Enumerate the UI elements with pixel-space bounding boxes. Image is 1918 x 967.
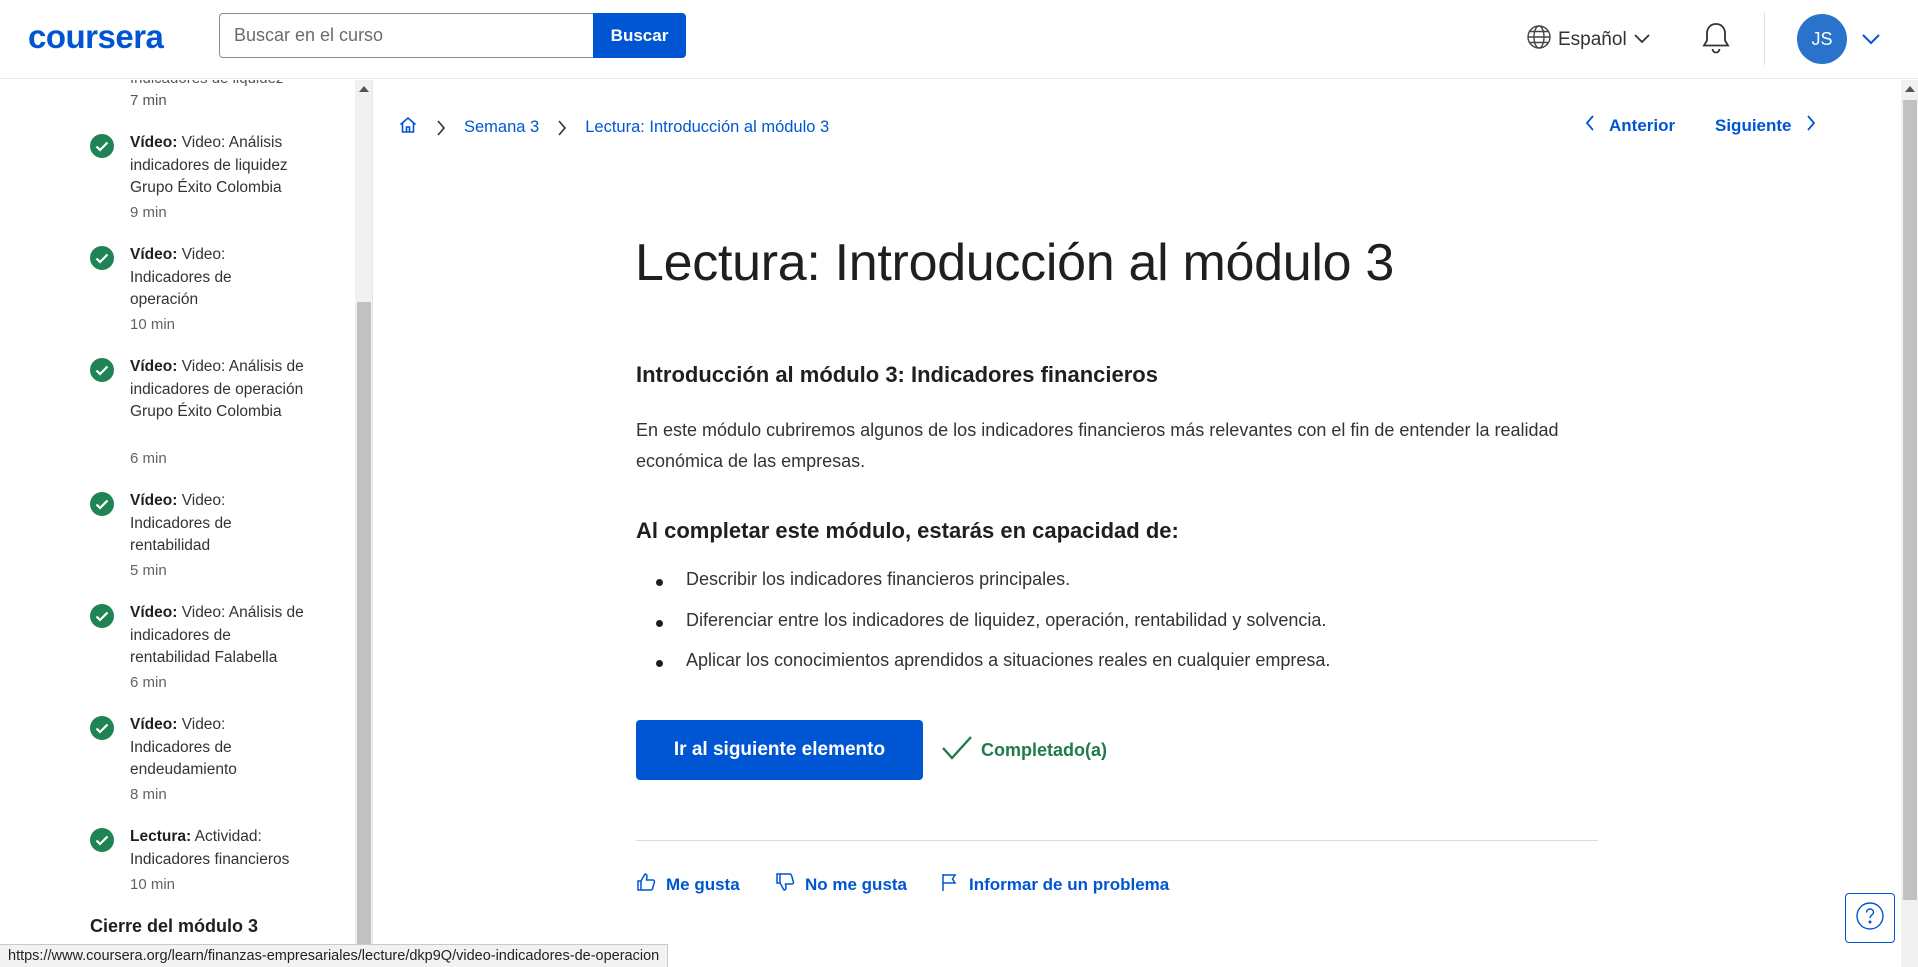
sidebar-partial-title: Indicadores de liquidez [130,80,283,90]
like-label: Me gusta [666,874,740,894]
next-item-button[interactable]: Siguiente [1715,114,1816,137]
sidebar-item-title: Vídeo: Video: Indicadores de rentabilida… [130,490,250,558]
objective-item: Diferenciar entre los indicadores de liq… [636,610,1330,651]
like-button[interactable]: Me gusta [636,872,740,897]
check-circle-icon [90,604,114,628]
check-circle-icon [90,358,114,382]
sidebar-section-heading[interactable]: Cierre del módulo 3 [90,916,258,937]
sidebar-partial-duration: 7 min [130,92,167,109]
check-circle-icon [90,246,114,270]
next-label: Siguiente [1715,115,1792,135]
chevron-left-icon [1585,114,1595,137]
coursera-logo[interactable]: coursera [28,18,164,56]
question-mark-icon [1855,901,1885,935]
scroll-up-arrow-icon[interactable] [1905,86,1915,92]
check-circle-icon [90,716,114,740]
sidebar-item-duration: 8 min [130,786,167,803]
dislike-button[interactable]: No me gusta [775,872,907,897]
sidebar-item-title: Vídeo: Video: Análisis de indicadores de… [130,356,315,424]
user-avatar[interactable]: JS [1797,14,1847,64]
breadcrumb-week-link[interactable]: Semana 3 [464,118,539,137]
objectives-list: Describir los indicadores financieros pr… [636,569,1330,691]
sidebar-item-type: Vídeo: [130,246,178,263]
sidebar-item-title: Vídeo: Video: Indicadores de operación [130,244,240,312]
scroll-up-arrow-icon[interactable] [359,86,369,92]
objective-item: Aplicar los conocimientos aprendidos a s… [636,650,1330,691]
globe-icon [1526,24,1552,56]
notifications-bell-icon[interactable] [1700,21,1732,59]
objectives-heading: Al completar este módulo, estarás en cap… [636,518,1179,543]
completed-status: Completado(a) [941,735,1107,766]
sidebar-item-type: Vídeo: [130,492,178,509]
report-problem-button[interactable]: Informar de un problema [939,872,1169,897]
flag-icon [939,872,959,897]
sidebar-item-duration: 6 min [130,674,167,691]
top-header: coursera Buscar Español JS [0,0,1918,79]
content-divider [636,840,1598,841]
sidebar-item-type: Vídeo: [130,716,178,733]
sidebar-item-duration: 5 min [130,562,167,579]
chevron-right-icon [436,119,446,137]
breadcrumb: Semana 3 Lectura: Introducción al módulo… [398,115,829,140]
checkmark-icon [941,735,973,766]
sidebar-scrollbar-thumb[interactable] [357,302,371,967]
course-outline-sidebar: Indicadores de liquidez 7 min Vídeo: Vid… [0,80,356,967]
thumbs-down-icon [775,872,795,897]
previous-item-button[interactable]: Anterior [1585,114,1675,137]
content-paragraph: En este módulo cubriremos algunos de los… [636,420,1559,471]
sidebar-partial-item[interactable]: Indicadores de liquidez 7 min [130,80,283,112]
language-label: Español [1558,29,1627,50]
search-input[interactable] [219,13,593,58]
completed-label: Completado(a) [981,740,1107,760]
home-icon[interactable] [398,115,418,140]
sidebar-item-duration: 9 min [130,204,167,221]
sidebar-item-title: Vídeo: Video: Análisis indicadores de li… [130,132,315,200]
language-selector[interactable]: Español [1526,24,1651,56]
help-button[interactable] [1845,893,1895,943]
page-scrollbar-thumb[interactable] [1903,100,1917,900]
chevron-down-icon [1633,29,1651,51]
check-circle-icon [90,134,114,158]
sidebar-item-duration: 6 min [130,450,167,467]
chevron-right-icon [557,119,567,137]
sidebar-item-title: Vídeo: Video: Indicadores de endeudamien… [130,714,260,782]
dislike-label: No me gusta [805,874,908,894]
sidebar-item-type: Vídeo: [130,604,178,621]
sidebar-item-type: Lectura: [130,828,192,845]
page-title: Lectura: Introducción al módulo 3 [635,234,1395,292]
report-label: Informar de un problema [969,874,1170,894]
sidebar-item-type: Vídeo: [130,358,178,375]
objective-item: Describir los indicadores financieros pr… [636,569,1330,610]
previous-label: Anterior [1609,115,1676,135]
browser-status-url: https://www.coursera.org/learn/finanzas-… [0,944,669,967]
search-button[interactable]: Buscar [593,13,686,58]
sidebar-item-title: Lectura: Actividad: Indicadores financie… [130,826,315,871]
breadcrumb-current-link[interactable]: Lectura: Introducción al módulo 3 [585,118,829,137]
sidebar-item-duration: 10 min [130,316,176,333]
sidebar-item-type: Vídeo: [130,134,178,151]
chevron-right-icon [1806,114,1816,137]
sidebar-border [372,80,373,967]
content-subheading: Introducción al módulo 3: Indicadores fi… [636,362,1158,387]
header-divider [1764,13,1765,65]
check-circle-icon [90,492,114,516]
check-circle-icon [90,828,114,852]
go-to-next-item-button[interactable]: Ir al siguiente elemento [636,720,923,780]
sidebar-item-duration: 10 min [130,876,176,893]
sidebar-item-title: Vídeo: Video: Análisis de indicadores de… [130,602,315,670]
thumbs-up-icon [636,872,656,897]
chevron-down-icon[interactable] [1861,30,1881,49]
